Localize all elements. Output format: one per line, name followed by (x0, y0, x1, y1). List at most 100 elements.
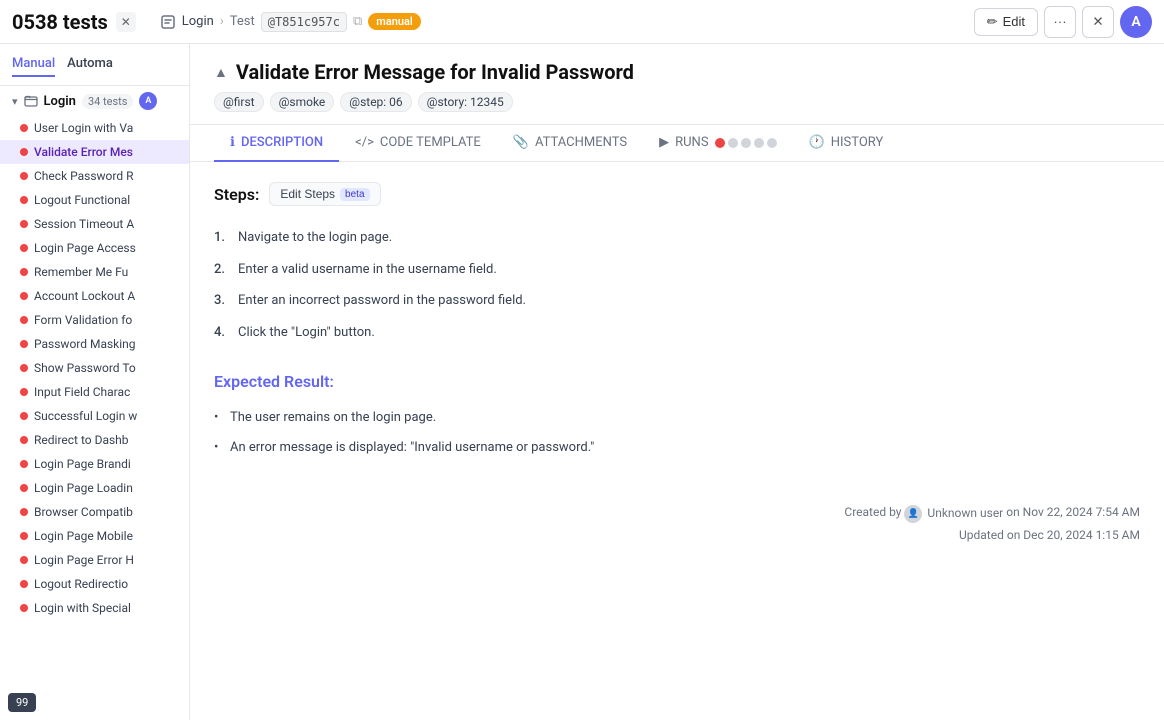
sidebar-item-label: Login Page Brandi (34, 457, 131, 471)
created-user-inline: 👤 Unknown user (904, 503, 1003, 525)
step-2: Enter a valid username in the username f… (214, 254, 1140, 286)
breadcrumb-login[interactable]: Login (182, 14, 214, 29)
created-label: Created by (844, 505, 901, 519)
step-3: Enter an incorrect password in the passw… (214, 285, 1140, 317)
tab-code-label: CODE TEMPLATE (380, 135, 481, 150)
sidebar-item-label: Check Password R (34, 169, 134, 183)
status-dot (20, 532, 28, 540)
created-user-name: Unknown user (927, 503, 1003, 525)
copy-icon[interactable]: ⧉ (353, 14, 362, 29)
close-icon: ✕ (1092, 14, 1103, 30)
sidebar-item-successful-login[interactable]: Successful Login w (0, 404, 189, 428)
sidebar-item-login-mobile[interactable]: Login Page Mobile (0, 524, 189, 548)
main-header: ▲ Validate Error Message for Invalid Pas… (190, 44, 1164, 125)
steps-list: Navigate to the login page. Enter a vali… (214, 222, 1140, 348)
sidebar-folder-label: Login (44, 94, 76, 109)
sidebar-item-user-login[interactable]: User Login with Va (0, 116, 189, 140)
sidebar-tab-automa[interactable]: Automa (67, 52, 113, 77)
close-panel-button[interactable]: ✕ (1082, 6, 1114, 38)
tab-history-label: HISTORY (831, 135, 884, 150)
sidebar-item-login-branding[interactable]: Login Page Brandi (0, 452, 189, 476)
steps-header: Steps: Edit Steps beta (214, 182, 1140, 206)
steps-title: Steps: (214, 185, 259, 204)
created-user-avatar: 👤 (904, 505, 922, 523)
sidebar-item-login-page-access[interactable]: Login Page Access (0, 236, 189, 260)
sidebar-item-form-validation[interactable]: Form Validation fo (0, 308, 189, 332)
run-dot-gray-4 (767, 138, 777, 148)
tag-step[interactable]: @step: 06 (340, 92, 411, 112)
sidebar-item-label: Account Lockout A (34, 289, 135, 303)
sidebar-item-login-special[interactable]: Login with Special (0, 596, 189, 620)
tag-story[interactable]: @story: 12345 (418, 92, 513, 112)
beta-badge: beta (340, 188, 369, 201)
sidebar-item-login-loading[interactable]: Login Page Loadin (0, 476, 189, 500)
sidebar-item-label: Session Timeout A (34, 217, 134, 231)
test-id-badge[interactable]: @T851c957c (261, 12, 347, 32)
sidebar-item-label: Login Page Error H (34, 553, 134, 567)
status-dot (20, 316, 28, 324)
close-count-button[interactable]: ✕ (116, 12, 136, 32)
sidebar-item-label: Show Password To (34, 361, 136, 375)
tab-history[interactable]: 🕐 HISTORY (793, 125, 900, 162)
folder-icon (24, 94, 38, 108)
edit-steps-button[interactable]: Edit Steps beta (269, 182, 380, 206)
sidebar-item-input-field[interactable]: Input Field Charac (0, 380, 189, 404)
sidebar-item-label: Logout Functional (34, 193, 130, 207)
sidebar-tab-manual[interactable]: Manual (12, 52, 55, 77)
main-content: ▲ Validate Error Message for Invalid Pas… (190, 44, 1164, 720)
tab-attachments[interactable]: 📎 ATTACHMENTS (497, 125, 643, 162)
sidebar-item-login-error[interactable]: Login Page Error H (0, 548, 189, 572)
sidebar: Manual Automa ▾ Login 34 tests A User Lo… (0, 44, 190, 720)
step-4: Click the "Login" button. (214, 317, 1140, 349)
sidebar-item-remember-me[interactable]: Remember Me Fu (0, 260, 189, 284)
sidebar-item-logout-functional[interactable]: Logout Functional (0, 188, 189, 212)
tab-attachments-label: ATTACHMENTS (535, 135, 627, 150)
info-icon: ℹ (230, 135, 235, 150)
status-dot (20, 172, 28, 180)
manual-badge: manual (368, 13, 421, 30)
collapse-icon[interactable]: ▲ (214, 64, 228, 81)
tab-runs-label: RUNS (675, 135, 708, 150)
sidebar-item-check-password[interactable]: Check Password R (0, 164, 189, 188)
expected-result-title: Expected Result: (214, 372, 1140, 391)
test-title: Validate Error Message for Invalid Passw… (236, 60, 634, 84)
sidebar-folder-login[interactable]: ▾ Login 34 tests A (0, 86, 189, 116)
sidebar-item-logout-redirect[interactable]: Logout Redirectio (0, 572, 189, 596)
content-body: Steps: Edit Steps beta Navigate to the l… (190, 162, 1164, 566)
sidebar-item-password-masking[interactable]: Password Masking (0, 332, 189, 356)
sidebar-tabs: Manual Automa (0, 52, 189, 86)
run-dot-red (715, 138, 725, 148)
updated-info: Updated on Dec 20, 2024 1:15 AM (214, 525, 1140, 547)
sidebar-item-session-timeout[interactable]: Session Timeout A (0, 212, 189, 236)
edit-button[interactable]: ✏ Edit (974, 8, 1038, 36)
edit-steps-label: Edit Steps (280, 187, 335, 201)
tab-code-template[interactable]: </> CODE TEMPLATE (339, 125, 497, 162)
run-dot-gray-3 (754, 138, 764, 148)
tab-description[interactable]: ℹ DESCRIPTION (214, 125, 339, 162)
sidebar-item-browser-compat[interactable]: Browser Compatib (0, 500, 189, 524)
sidebar-item-validate-error[interactable]: Validate Error Mes (0, 140, 189, 164)
status-dot (20, 268, 28, 276)
sidebar-item-label: User Login with Va (34, 121, 133, 135)
tag-list: @first @smoke @step: 06 @story: 12345 (214, 92, 1140, 112)
top-bar-actions: ✏ Edit ··· ✕ A (974, 6, 1152, 38)
content-tabs: ℹ DESCRIPTION </> CODE TEMPLATE 📎 ATTACH… (190, 125, 1164, 162)
history-icon: 🕐 (809, 135, 825, 150)
ellipsis-icon: ··· (1053, 14, 1066, 29)
avatar[interactable]: A (1120, 6, 1152, 38)
sidebar-item-redirect-dashboard[interactable]: Redirect to Dashb (0, 428, 189, 452)
created-info: Created by 👤 Unknown user on Nov 22, 202… (214, 502, 1140, 525)
status-dot (20, 388, 28, 396)
more-options-button[interactable]: ··· (1044, 6, 1076, 38)
sidebar-item-label: Login Page Access (34, 241, 136, 255)
status-dot (20, 340, 28, 348)
tag-first[interactable]: @first (214, 92, 264, 112)
sidebar-item-show-password[interactable]: Show Password To (0, 356, 189, 380)
sidebar-item-label: Validate Error Mes (34, 145, 133, 159)
updated-date: on Dec 20, 2024 1:15 AM (1007, 528, 1140, 542)
sidebar-item-account-lockout[interactable]: Account Lockout A (0, 284, 189, 308)
sidebar-item-label: Password Masking (34, 337, 136, 351)
tab-runs[interactable]: ▶ RUNS (643, 125, 792, 162)
tag-smoke[interactable]: @smoke (270, 92, 335, 112)
status-dot (20, 508, 28, 516)
